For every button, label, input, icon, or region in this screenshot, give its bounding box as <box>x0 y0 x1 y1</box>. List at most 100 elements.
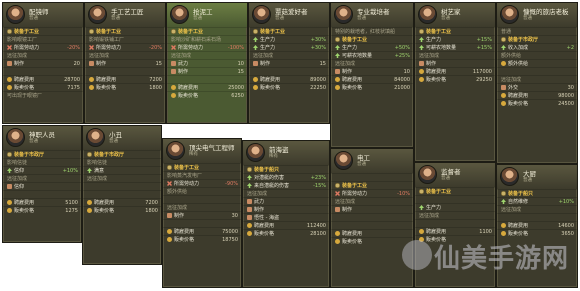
arrow-icon <box>335 45 340 50</box>
stat-row: 远征加成 <box>85 51 165 59</box>
gear-icon <box>87 152 92 157</box>
arrow-icon <box>501 45 506 50</box>
stat-row: 贩卖价格 3650 <box>497 229 577 237</box>
gear-icon <box>419 189 424 194</box>
stat-row: 影响锻铁铺工厂 <box>85 35 165 43</box>
card-mud-worker[interactable]: 抢泥工 普通 装备于工业 影响沙矿和耕石采石场 所需劳动力 -100% 远征加成 武力 10… <box>166 2 248 124</box>
card-rarity: 普通 <box>109 139 118 144</box>
stat-row: 制作 20 <box>3 59 83 67</box>
stat-row: 武力 <box>243 197 329 205</box>
card-optician[interactable]: 配镜师 普通 装备于工业 影响眼镜工厂 所需劳动力 -20% 远征加成 制作 20 聘雇费用 2… <box>2 2 84 124</box>
card-electrical-engineer[interactable]: 顶尖电气工程师 稀有 装备于工业 影响蒸汽发电厂 所需劳动力 -90% 额外供给 远征加成… <box>162 138 242 288</box>
card-rows: 装备于市政厅 影响信徒 满意 远征加成 聘雇费用 7200 贩卖价格 1800 <box>83 150 161 214</box>
stat-label: 贩卖价格 <box>508 100 529 107</box>
stat-row: 满意 <box>83 166 161 174</box>
card-mushroom-lover[interactable]: 蕈菇爱好者 普通 装备于工业 生产力 +30% 生产力 +30% 远征加成 制作 15 聘雇费用… <box>248 2 330 124</box>
stat-row <box>83 190 161 198</box>
coin-icon <box>335 85 340 90</box>
card-supervisor[interactable]: 监督者 普通 装备于工业 生产力 远征加成 聘雇费用 1100 贩卖价格 <box>414 162 496 288</box>
stat-label: 贩卖价格 <box>426 76 447 83</box>
avatar <box>418 165 437 184</box>
gear-icon <box>253 29 258 34</box>
coin-icon <box>501 93 506 98</box>
card-header: 前海盗 稀有 <box>243 141 329 165</box>
card-arborist[interactable]: 树艺家 普通 装备于工业 生产力 +15% 可耕农地数量 +15% 远征加成 制作 聘雇费用 1… <box>414 2 496 162</box>
card-electrician[interactable]: 电工 普通 装备于工业 所需劳动力 -10% 远征加成 制作 聘雇费用 贩卖价格 <box>330 148 414 288</box>
coin-icon <box>89 77 94 82</box>
card-ex-pirate[interactable]: 前海盗 稀有 装备于船只 对潜艇的伤害 +23% 来自潜艇的伤害 -15% 远征加成 武力制… <box>242 140 330 288</box>
card-rarity: 普通 <box>111 16 120 21</box>
stat-label: 贩卖价格 <box>96 84 117 91</box>
fist-icon <box>419 61 424 66</box>
avatar <box>334 151 353 170</box>
stat-row <box>163 219 241 227</box>
stat-row: 所需劳动力 -90% <box>163 179 241 187</box>
stat-row: 聘雇费用 7200 <box>83 198 161 206</box>
cross-icon <box>171 45 176 50</box>
stat-row: 影响信徒 <box>3 158 81 166</box>
coin-icon <box>501 61 506 66</box>
stat-row: 对潜艇的伤害 +23% <box>243 173 329 181</box>
avatar <box>252 5 271 24</box>
fist-icon <box>7 184 12 189</box>
card-rarity: 普通 <box>29 16 38 21</box>
card-rows: 装备于工业 影响蒸汽发电厂 所需劳动力 -90% 额外供给 远征加成 制作 30 聘雇费用 750… <box>163 163 241 243</box>
coin-icon <box>253 85 258 90</box>
card-rows: 装备于船只 自然维修 +10% 远征加成 聘雇费用 14600 贩卖价格 3650 <box>497 189 577 237</box>
coin-icon <box>335 239 340 244</box>
stat-row: 贩卖价格 29250 <box>415 75 495 83</box>
card-header: 慷慨的旅店老板 普通 <box>497 3 577 27</box>
gear-icon <box>501 37 506 42</box>
stat-row: 装备于市政厅 <box>497 35 577 43</box>
stat-row: 所需劳动力 -20% <box>85 43 165 51</box>
coin-icon <box>7 200 12 205</box>
stat-label: 贩卖价格 <box>254 230 275 237</box>
coin-icon <box>501 223 506 228</box>
stat-row: 装备于工业 <box>163 163 241 171</box>
stat-label: 贩卖价格 <box>94 207 115 214</box>
card-generous-innkeeper[interactable]: 慷慨的旅店老板 普通 普通 装备于市政厅 收入加成 +2 额外供给 额外供给 远征加成 外交 3… <box>496 2 578 164</box>
card-header: 监督者 普通 <box>415 163 495 187</box>
coin-icon <box>87 200 92 205</box>
stat-value: 24500 <box>558 100 574 107</box>
stat-row: 装备于工业 <box>85 27 165 35</box>
card-craftsman[interactable]: 手工艺工匠 普通 装备于工业 影响锻铁铺工厂 所需劳动力 -20% 远征加成 制作 15 聘雇… <box>84 2 166 124</box>
stat-label: 贩卖价格 <box>178 92 199 99</box>
coin-icon <box>335 231 340 236</box>
coin-icon <box>171 85 176 90</box>
stat-row: 贩卖价格 18750 <box>163 235 241 243</box>
coin-icon <box>419 229 424 234</box>
stat-row <box>415 219 495 227</box>
stat-row: 来自潜艇的伤害 -15% <box>243 181 329 189</box>
card-clergy[interactable]: 神职人员 普通 装备于市政厅 影响信徒 信仰 +10% 远征加成 信仰 聘雇费用 5100 贩卖… <box>2 125 82 243</box>
coin-icon <box>335 77 340 82</box>
stat-row: 可出现于眼镜厂 <box>3 91 83 99</box>
coin-icon <box>7 85 12 90</box>
card-clown[interactable]: 小丑 普通 装备于市政厅 影响信徒 满意 远征加成 聘雇费用 7200 贩卖价格 1800 <box>82 125 162 265</box>
card-chef[interactable]: 大厨 普通 装备于船只 自然维修 +10% 远征加成 聘雇费用 14600 贩卖价格 3650 <box>496 164 578 288</box>
card-rarity: 普通 <box>357 162 366 167</box>
stat-row: 装备于船只 <box>497 189 577 197</box>
fist-icon <box>167 213 172 218</box>
stat-label: 可出现于眼镜厂 <box>7 92 43 99</box>
coin-icon <box>167 237 172 242</box>
coin-icon <box>247 231 252 236</box>
stat-row: 影响信徒 <box>83 158 161 166</box>
stat-row: 贩卖价格 1800 <box>85 83 165 91</box>
stat-row: 远征加成 <box>497 205 577 213</box>
stat-row <box>331 213 413 221</box>
stat-row <box>83 182 161 190</box>
stat-row: 远征加成 <box>497 75 577 83</box>
cross-icon <box>167 181 172 186</box>
stat-row: 额外供给 <box>163 187 241 195</box>
avatar <box>166 141 185 160</box>
card-professional-grower[interactable]: 专业栽培者 普通 特别的栽培者，红枝状填船 装备于工业 生产力 +50% 可耕农地数量 +… <box>330 2 414 148</box>
stat-row: 装备于市政厅 <box>83 150 161 158</box>
arrow-icon <box>253 45 258 50</box>
card-rarity: 稀有 <box>189 152 198 157</box>
coin-icon <box>7 77 12 82</box>
stat-row: 制作 <box>243 205 329 213</box>
stat-row: 普通 <box>497 27 577 35</box>
card-rows: 装备于船只 对潜艇的伤害 +23% 来自潜艇的伤害 -15% 远征加成 武力 制作 悟性 - 海… <box>243 165 329 237</box>
stat-row <box>249 67 329 75</box>
